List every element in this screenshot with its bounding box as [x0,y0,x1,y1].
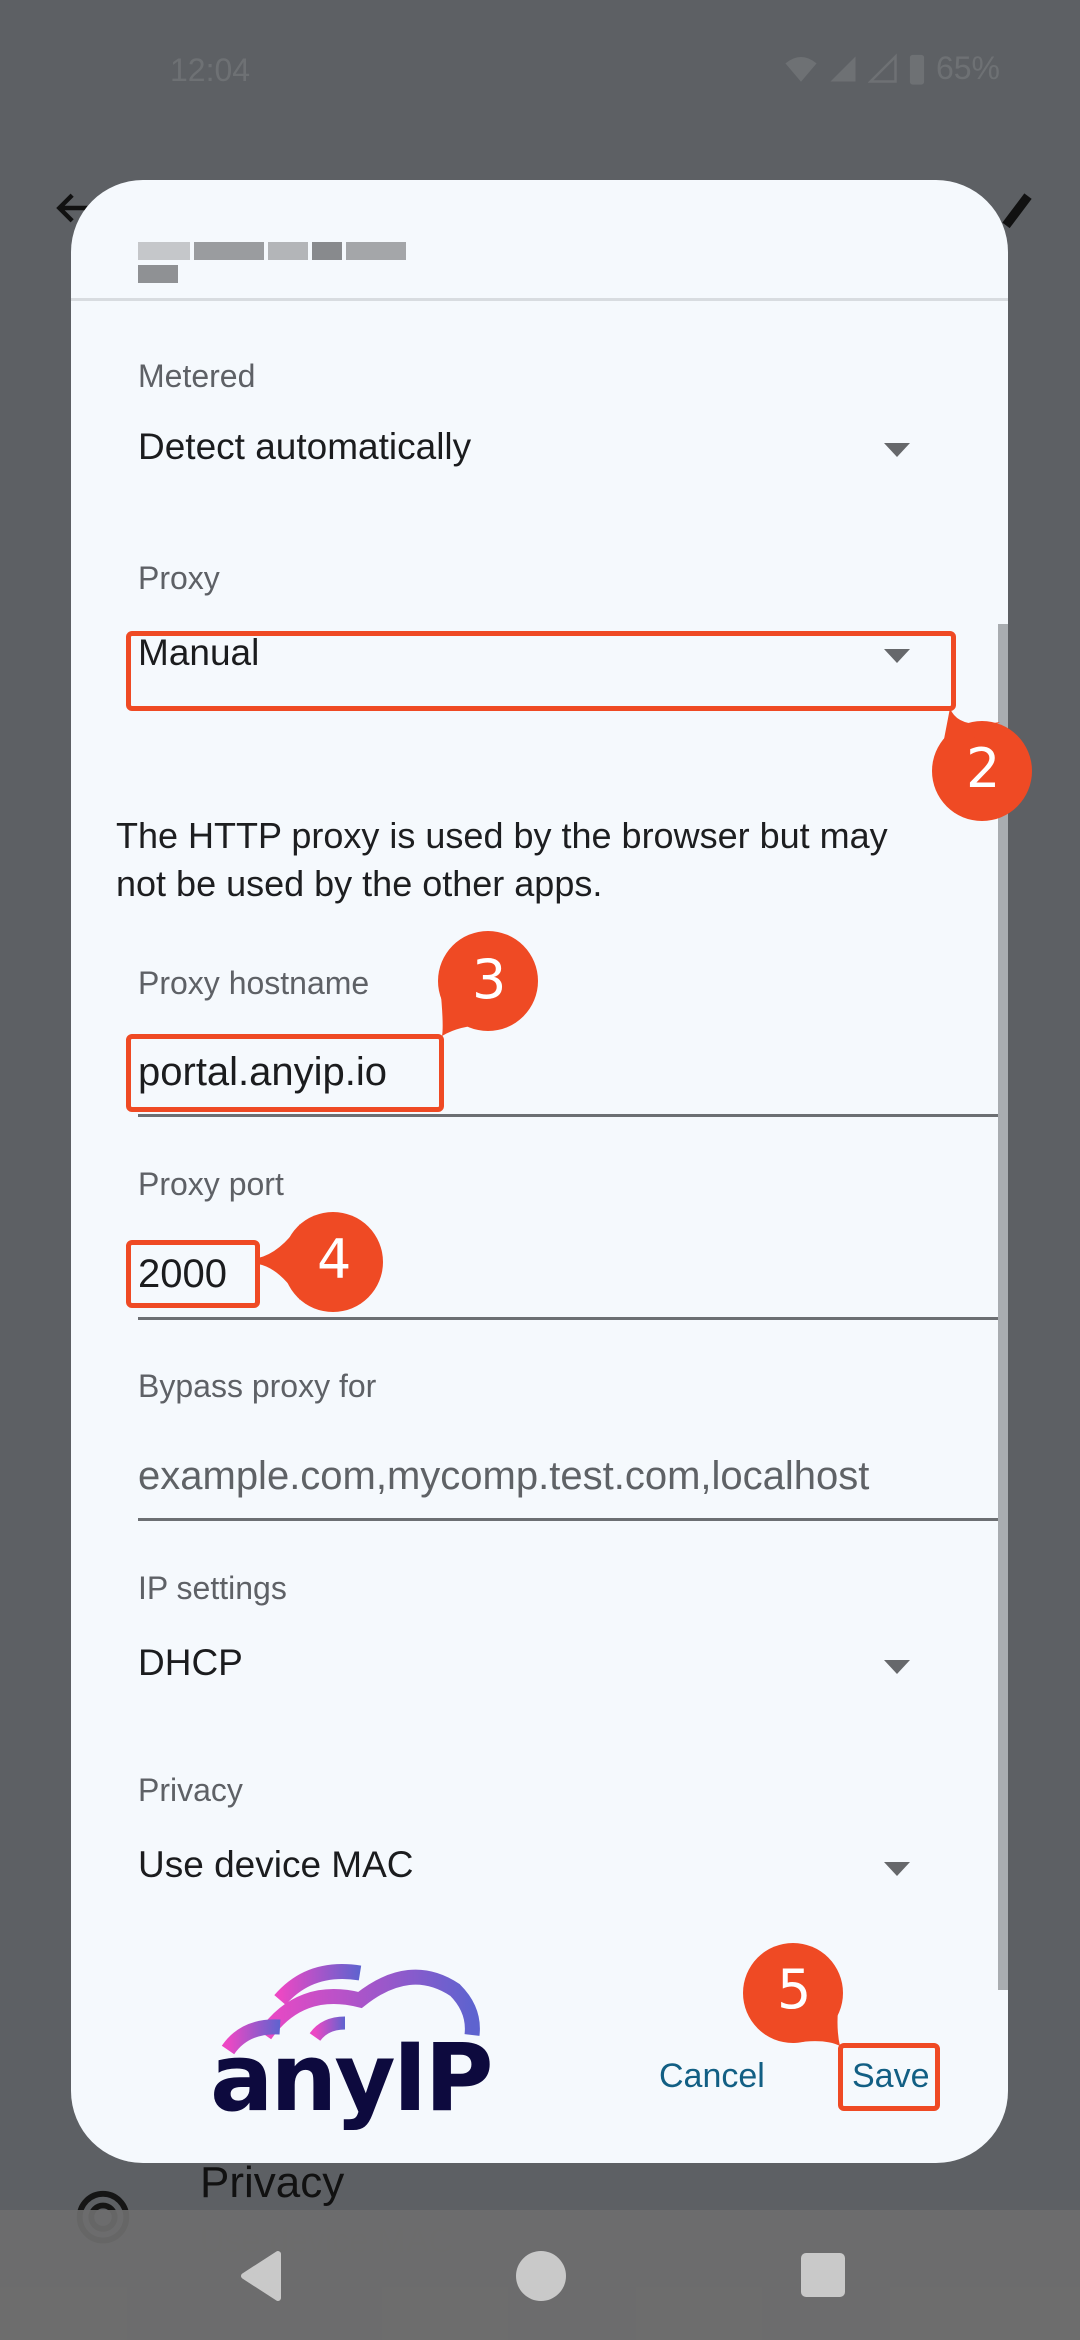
proxy-info-line-1: The HTTP proxy is used by the browser bu… [116,815,888,856]
recents-nav-icon[interactable] [801,2253,845,2297]
status-time: 12:04 [170,52,251,88]
proxy-info-text: The HTTP proxy is used by the browser bu… [116,812,888,908]
chevron-down-icon [884,1660,910,1674]
signal-icon [830,56,856,81]
privacy-label: Privacy [138,1772,243,1808]
annotation-number-2: 2 [966,737,1001,800]
chevron-down-icon [884,443,910,457]
background-privacy-label: Privacy [200,2158,345,2207]
bypass-underline [138,1518,1008,1521]
proxy-settings-dialog: Metered Detect automatically Proxy Manua… [71,180,1008,2163]
proxy-hostname-label: Proxy hostname [138,965,370,1001]
annotation-box-proxy [126,631,956,711]
bypass-proxy-label: Bypass proxy for [138,1368,377,1404]
proxy-label: Proxy [138,560,220,596]
dialog-title-redacted [138,242,448,292]
metered-label: Metered [138,358,256,394]
chevron-down-icon [884,1862,910,1876]
privacy-dropdown[interactable]: Use device MAC [138,1822,978,1902]
back-nav-icon[interactable] [238,2250,284,2302]
annotation-number-3: 3 [472,948,507,1011]
status-icons: 65% [784,50,1000,87]
metered-value: Detect automatically [138,426,472,467]
battery-icon [909,54,925,85]
wifi-icon [785,56,817,82]
battery-percent: 65% [935,50,1000,86]
bypass-proxy-placeholder: example.com,mycomp.test.com,localhost [138,1454,870,1498]
title-divider [71,298,1008,301]
ip-settings-dropdown[interactable]: DHCP [138,1620,978,1700]
annotation-number-5: 5 [777,1958,812,2021]
metered-dropdown[interactable]: Detect automatically [138,400,978,480]
anyip-logo: anyIP [210,1964,494,2133]
annotation-box-port [126,1240,260,1308]
annotation-box-hostname [126,1034,444,1112]
cancel-button[interactable]: Cancel [659,2057,765,2096]
proxy-info-line-2: not be used by the other apps. [116,863,603,904]
home-nav-icon[interactable] [516,2251,566,2301]
status-bar: 12:04 65% [0,0,1080,110]
bypass-proxy-input[interactable]: example.com,mycomp.test.com,localhost [138,1430,1008,1520]
signal-icon [867,52,897,83]
logo-text: anyIP [210,2024,491,2133]
proxy-port-label: Proxy port [138,1166,284,1202]
ip-settings-value: DHCP [138,1642,243,1683]
annotation-box-save [838,2043,940,2111]
hostname-underline [138,1114,1008,1117]
privacy-value: Use device MAC [138,1844,414,1885]
ip-settings-label: IP settings [138,1570,287,1606]
annotation-number-4: 4 [317,1228,352,1291]
